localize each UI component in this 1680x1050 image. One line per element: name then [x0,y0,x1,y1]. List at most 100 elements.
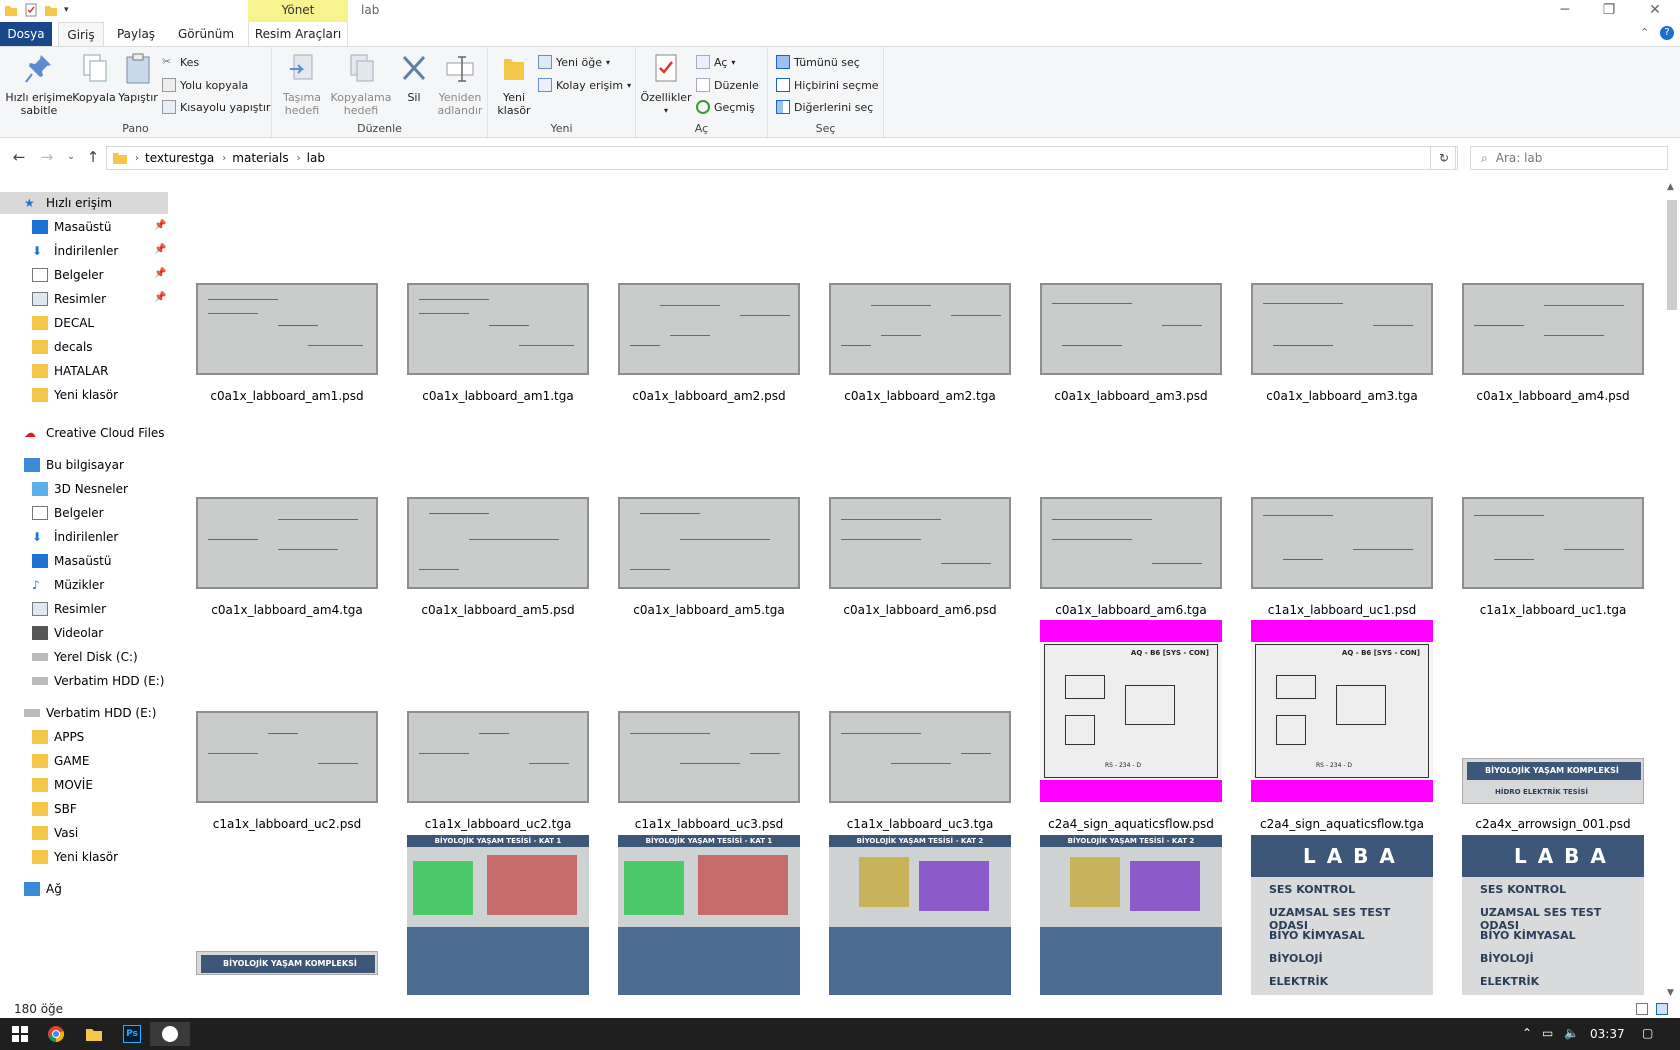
tab-giris[interactable]: Giriş [58,22,104,46]
nav-item-sbf[interactable]: SBF [32,798,77,820]
collapse-ribbon-icon[interactable]: ⌃ [1640,26,1649,39]
network-tray-icon[interactable]: ▭ [1542,1026,1553,1040]
nav-item-downloads[interactable]: ⬇ İndirilenler [32,240,118,262]
nav-item-network[interactable]: Ağ [24,878,62,900]
select-all-button[interactable]: Tümünü seç [776,52,860,72]
vertical-scrollbar[interactable]: ▲ ▼ [1664,180,1680,1000]
nav-item-vasi[interactable]: Vasi [32,822,78,844]
nav-item-apps[interactable]: APPS [32,726,84,748]
paste-shortcut-button[interactable]: Kısayolu yapıştır [162,97,270,117]
tray-expand-icon[interactable]: ⌃ [1522,1026,1532,1040]
nav-item-new-folder[interactable]: Yeni klasör [32,384,118,406]
breadcrumb-lab[interactable]: lab [307,151,325,165]
nav-item-downloads-pc[interactable]: ⬇ İndirilenler [32,526,118,548]
recent-locations-icon[interactable]: ⌄ [60,152,82,172]
scrollbar-thumb[interactable] [1667,200,1677,310]
scroll-down-icon[interactable]: ▼ [1667,988,1674,998]
new-folder-button[interactable]: Yeni klasör [492,51,536,117]
clock[interactable]: 03:37 [1590,1027,1625,1041]
breadcrumb-texturestga[interactable]: texturestga [145,151,214,165]
notifications-icon[interactable]: ▢ [1642,1026,1653,1040]
pin-quick-access-button[interactable]: Hızlı erişime sabitle [4,51,74,117]
select-none-button[interactable]: Hiçbirini seçme [776,75,879,95]
help-icon[interactable]: ? [1660,26,1674,40]
copy-to-button[interactable]: Kopyalama hedefi [330,51,392,117]
properties-icon[interactable] [24,3,38,17]
edit-icon [696,78,710,92]
edit-button[interactable]: Düzenle [696,75,759,95]
tab-paylas[interactable]: Paylaş [112,22,160,46]
nav-item-pictures-pc[interactable]: Resimler [32,598,106,620]
nav-item-this-pc[interactable]: Bu bilgisayar [24,454,124,476]
easy-access-button[interactable]: Kolay erişim ▾ [538,75,631,95]
copy-path-button[interactable]: Yolu kopyala [162,75,248,95]
file-explorer-icon[interactable] [74,1022,114,1046]
close-button[interactable]: ✕ [1632,0,1678,22]
tab-gorunum[interactable]: Görünüm [172,22,240,46]
copy-button[interactable]: Kopyala [72,51,116,104]
delete-button[interactable]: Sil [394,51,434,104]
search-placeholder: Ara: lab [1495,151,1543,165]
ribbon-tabs: Dosya Giriş Paylaş Görünüm Resim Araçlar… [0,22,1680,46]
manage-contextual-tab[interactable]: Yönet [248,0,348,22]
details-view-icon[interactable] [1636,1003,1648,1015]
thumbnail-image [1040,283,1222,375]
properties-button[interactable]: Özellikler ▾ [640,51,692,117]
nav-item-game[interactable]: GAME [32,750,89,772]
drive-icon [32,677,48,685]
nav-item-new-folder-e[interactable]: Yeni klasör [32,846,118,868]
nav-item-videos[interactable]: Videolar [32,622,103,644]
thumbnail-image [407,497,589,589]
large-icons-view-icon[interactable] [1656,1003,1668,1015]
nav-item-hatalar[interactable]: HATALAR [32,360,108,382]
nav-item-movie[interactable]: MOVİE [32,774,93,796]
easy-access-label: Kolay erişim [556,78,624,92]
search-input[interactable]: ⌕ Ara: lab [1470,146,1668,170]
game-launcher-icon[interactable] [150,1022,190,1046]
tab-resim-araclari[interactable]: Resim Araçları [248,22,348,46]
nav-item-music[interactable]: ♪ Müzikler [32,574,104,596]
nav-item-desktop-pc[interactable]: Masaüstü [32,550,111,572]
rename-button[interactable]: Yeniden adlandır [432,51,488,117]
nav-item-pictures[interactable]: Resimler [32,288,106,310]
new-item-button[interactable]: Yeni öğe ▾ [538,52,610,72]
nav-item-verbatim-root[interactable]: Verbatim HDD (E:) [24,702,156,724]
nav-item-decal[interactable]: DECAL [32,312,94,334]
cut-button[interactable]: ✂ Kes [162,52,199,72]
address-bar-row: ← → ⌄ ↑ › texturestga › materials › lab … [0,140,1680,176]
customize-qat-icon[interactable]: ▾ [64,3,78,17]
new-folder-icon[interactable] [44,3,58,17]
group-duzenle: Taşıma hedefi Kopyalama hedefi Sil Yenid… [272,47,488,139]
up-arrow-icon[interactable]: ↑ [82,148,104,168]
nav-item-verbatim-e[interactable]: Verbatim HDD (E:) [32,670,164,692]
group-label-sec: Seç [815,122,836,135]
nav-item-decals[interactable]: decals [32,336,93,358]
nav-item-quick-access[interactable]: ★ Hızlı erişim [24,192,112,214]
address-field[interactable]: › texturestga › materials › lab ⌄ [106,146,1456,170]
nav-item-local-disk-c[interactable]: Yerel Disk (C:) [32,646,138,668]
thumbnail-image: BİYOLOJİK YAŞAM TESİSİ - KAT 2 [1040,835,1222,995]
paste-button[interactable]: Yapıştır [116,51,160,104]
move-to-button[interactable]: Taşıma hedefi [276,51,328,117]
chrome-icon[interactable] [36,1022,76,1046]
refresh-icon[interactable]: ↻ [1430,146,1458,170]
breadcrumb-materials[interactable]: materials [232,151,288,165]
invert-selection-button[interactable]: Diğerlerini seç [776,97,873,117]
thumbnail-image [196,711,378,803]
nav-item-3d-objects[interactable]: 3D Nesneler [32,478,128,500]
nav-item-documents[interactable]: Belgeler [32,264,104,286]
tab-dosya[interactable]: Dosya [0,22,52,46]
scroll-up-icon[interactable]: ▲ [1667,182,1674,192]
open-button[interactable]: Aç ▾ [696,52,735,72]
nav-item-desktop[interactable]: Masaüstü [32,216,111,238]
maximize-button[interactable]: ❐ [1586,0,1632,22]
start-windows-icon[interactable] [0,1022,40,1046]
nav-item-creative-cloud[interactable]: ☁ Creative Cloud Files [24,422,165,444]
nav-item-documents-pc[interactable]: Belgeler [32,502,104,524]
minimize-button[interactable]: ─ [1542,0,1588,22]
volume-icon[interactable]: 🔈 [1564,1026,1579,1040]
forward-arrow-icon[interactable]: → [36,148,58,168]
history-button[interactable]: Geçmiş [696,97,755,117]
photoshop-icon[interactable]: Ps [112,1022,152,1046]
back-arrow-icon[interactable]: ← [8,148,30,168]
